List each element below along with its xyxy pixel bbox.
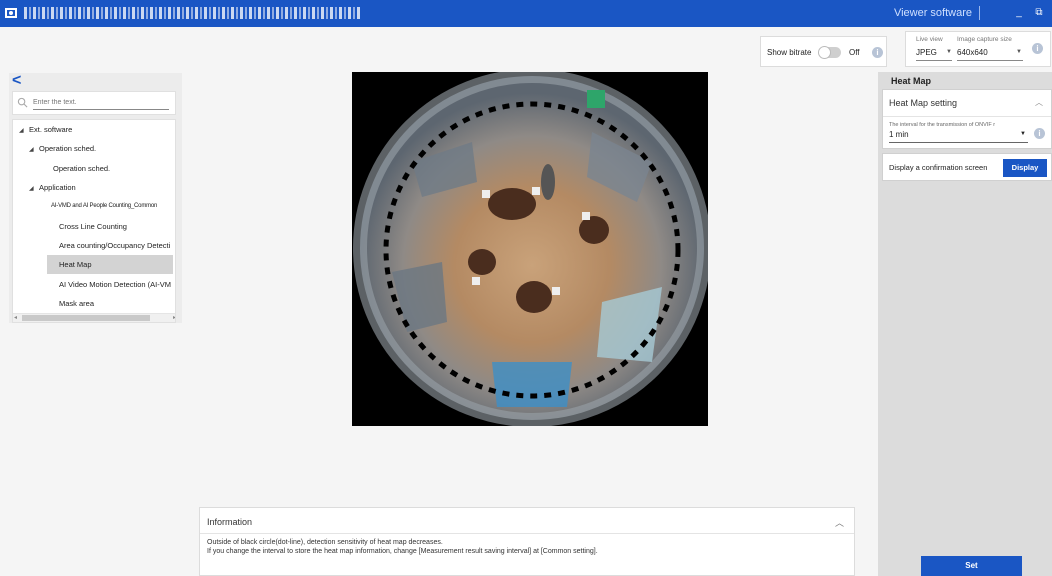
search-icon (17, 97, 28, 108)
window-title: Viewer software (893, 7, 972, 19)
interval-caption: The interval for the transmission of ONV… (889, 122, 996, 128)
information-line-2: If you change the interval to store the … (207, 548, 598, 555)
tree-item-ai-vmd-common[interactable]: AI-VMD and AI People Counting_Common (47, 197, 173, 216)
confirmation-row: Display a confirmation screen Display (882, 153, 1052, 181)
restore-button[interactable]: ⧉ (1030, 4, 1048, 22)
title-separator (979, 6, 980, 20)
tree-item-label: Mask area (59, 299, 95, 308)
divider (883, 116, 1051, 117)
tree-item-label: AI Video Motion Detection (AI-VM (59, 280, 171, 289)
heat-map-settings-panel: Heat Map Heat Map setting ︿ The interval… (878, 72, 1052, 576)
bitrate-panel: Show bitrate Off i (760, 36, 887, 67)
tree-item-label: AI-VMD and AI People Counting_Common (51, 203, 158, 209)
tree-item-label: Operation sched. (53, 164, 111, 173)
interval-info-icon[interactable]: i (1034, 128, 1045, 139)
information-line-1: Outside of black circle(dot-line), detec… (207, 539, 443, 546)
tree-item-operation-sched[interactable]: Operation sched. (47, 159, 173, 178)
capture-size-dropdown-icon: ▼ (1016, 49, 1022, 55)
minimize-button[interactable]: _ (1010, 4, 1028, 22)
panel-title: Heat Map (891, 76, 932, 86)
horizontal-scrollbar[interactable]: ◂ ▸ (13, 313, 175, 322)
set-button[interactable]: Set (921, 556, 1022, 576)
tree-item-area-counting[interactable]: Area counting/Occupancy Detecti (47, 236, 173, 255)
tree-item-mask-area[interactable]: Mask area (47, 294, 173, 313)
window-path-text (24, 7, 360, 19)
tree-item-operation-sched-group[interactable]: ◢ Operation sched. (29, 139, 169, 158)
dropdown-arrow-icon: ▼ (1020, 131, 1026, 137)
tree-item-label: Operation sched. (39, 144, 97, 153)
display-button[interactable]: Display (1003, 159, 1047, 177)
capture-size-caption: Image capture size (957, 36, 1012, 43)
capture-size-select[interactable]: 640x640 (957, 48, 1023, 61)
show-bitrate-label: Show bitrate (767, 48, 812, 57)
bitrate-toggle[interactable] (818, 46, 841, 59)
live-view-caption: Live view (916, 36, 943, 43)
information-panel: Information ︿ Outside of black circle(do… (199, 507, 855, 576)
interval-value: 1 min (889, 130, 909, 139)
collapse-chevron-icon[interactable]: ︿ (835, 516, 844, 529)
search-input[interactable] (33, 96, 169, 110)
bitrate-state-label: Off (849, 48, 860, 57)
capture-info-icon[interactable]: i (1032, 43, 1043, 54)
settings-tree: ◢ Ext. software ◢ Operation sched. Operati… (12, 119, 176, 323)
back-chevron-icon[interactable]: < (12, 72, 21, 90)
expand-icon[interactable]: ◢ (19, 122, 29, 139)
scroll-left-icon[interactable]: ◂ (14, 314, 17, 321)
camera-live-view[interactable] (352, 72, 708, 426)
live-view-dropdown-icon: ▼ (946, 49, 952, 55)
toggle-knob (818, 46, 831, 59)
tree-item-label: Cross Line Counting (59, 222, 127, 231)
interval-select[interactable]: 1 min ▼ (889, 130, 1028, 143)
heat-map-setting-title: Heat Map setting (889, 98, 958, 108)
app-icon (5, 8, 17, 18)
heat-map-setting-card: Heat Map setting ︿ The interval for the … (882, 89, 1052, 149)
scroll-right-icon[interactable]: ▸ (173, 314, 175, 321)
search-box (12, 91, 176, 115)
bitrate-info-icon[interactable]: i (872, 47, 883, 58)
tree-item-label: Heat Map (59, 260, 92, 269)
divider (200, 533, 854, 534)
fisheye-image (353, 72, 708, 426)
tree-item-ext-software[interactable]: ◢ Ext. software (19, 120, 169, 139)
title-bar: Viewer software _ ⧉ (0, 0, 1052, 27)
information-title: Information (207, 517, 253, 527)
collapse-chevron-icon[interactable]: ︿ (1035, 97, 1043, 108)
capture-settings-panel: Live view JPEG ▼ Image capture size 640x… (905, 31, 1051, 67)
expand-icon[interactable]: ◢ (29, 180, 39, 197)
scrollbar-thumb[interactable] (22, 315, 150, 321)
tree-item-application[interactable]: ◢ Application (29, 178, 169, 197)
tree-item-label: Application (39, 183, 76, 192)
tree-item-label: Ext. software (29, 125, 73, 134)
expand-icon[interactable]: ◢ (29, 141, 39, 158)
tree-item-label: Area counting/Occupancy Detecti (59, 241, 171, 250)
tree-item-ai-vmd[interactable]: AI Video Motion Detection (AI-VM (47, 275, 173, 294)
tree-item-cross-line-counting[interactable]: Cross Line Counting (47, 217, 173, 236)
tree-item-heat-map[interactable]: Heat Map (47, 255, 173, 274)
confirmation-label: Display a confirmation screen (889, 163, 988, 172)
